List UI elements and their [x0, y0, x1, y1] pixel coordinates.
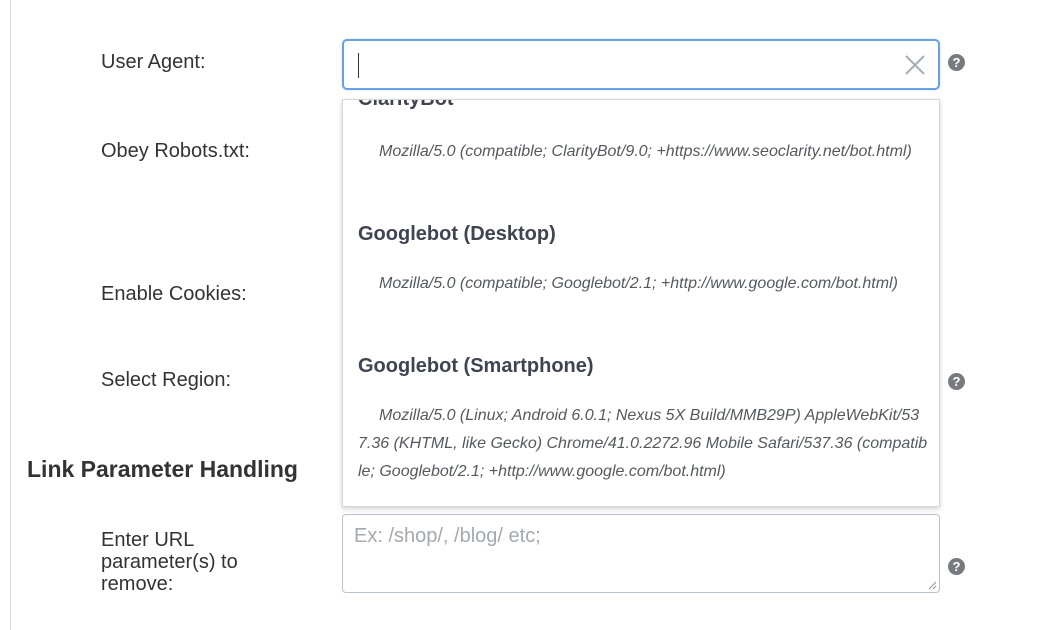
option-title: Googlebot (Smartphone)	[358, 355, 594, 377]
option-title: Googlebot (Desktop)	[358, 223, 556, 245]
link-parameter-handling-heading: Link Parameter Handling	[27, 456, 298, 482]
user-agent-help-icon[interactable]: ?	[948, 54, 965, 71]
select-region-help-icon[interactable]: ?	[948, 373, 965, 390]
user-agent-dropdown[interactable]: ClarityBot Mozilla/5.0 (compatible; Clar…	[342, 99, 940, 507]
option-description: Mozilla/5.0 (compatible; ClarityBot/9.0;…	[379, 143, 912, 160]
url-params-label: Enter URL parameter(s) to remove:	[101, 529, 238, 595]
url-params-textarea[interactable]: Ex: /shop/, /blog/ etc;	[342, 514, 940, 593]
obey-robots-label: Obey Robots.txt:	[101, 140, 250, 162]
text-caret	[358, 53, 359, 78]
settings-page: User Agent: Obey Robots.txt: Enable Cook…	[0, 0, 1039, 630]
user-agent-input[interactable]	[342, 39, 940, 90]
panel-left-border	[10, 0, 11, 630]
select-region-label: Select Region:	[101, 369, 232, 391]
url-params-placeholder: Ex: /shop/, /blog/ etc;	[354, 525, 541, 547]
option-title: ClarityBot	[358, 99, 454, 110]
option-description: Mozilla/5.0 (Linux; Android 6.0.1; Nexus…	[358, 407, 928, 480]
user-agent-label: User Agent:	[101, 51, 206, 73]
option-description: Mozilla/5.0 (compatible; Googlebot/2.1; …	[379, 275, 898, 292]
enable-cookies-label: Enable Cookies:	[101, 283, 247, 305]
url-params-help-icon[interactable]: ?	[948, 558, 965, 575]
close-icon[interactable]	[903, 53, 927, 77]
resize-handle-icon[interactable]	[928, 581, 937, 590]
